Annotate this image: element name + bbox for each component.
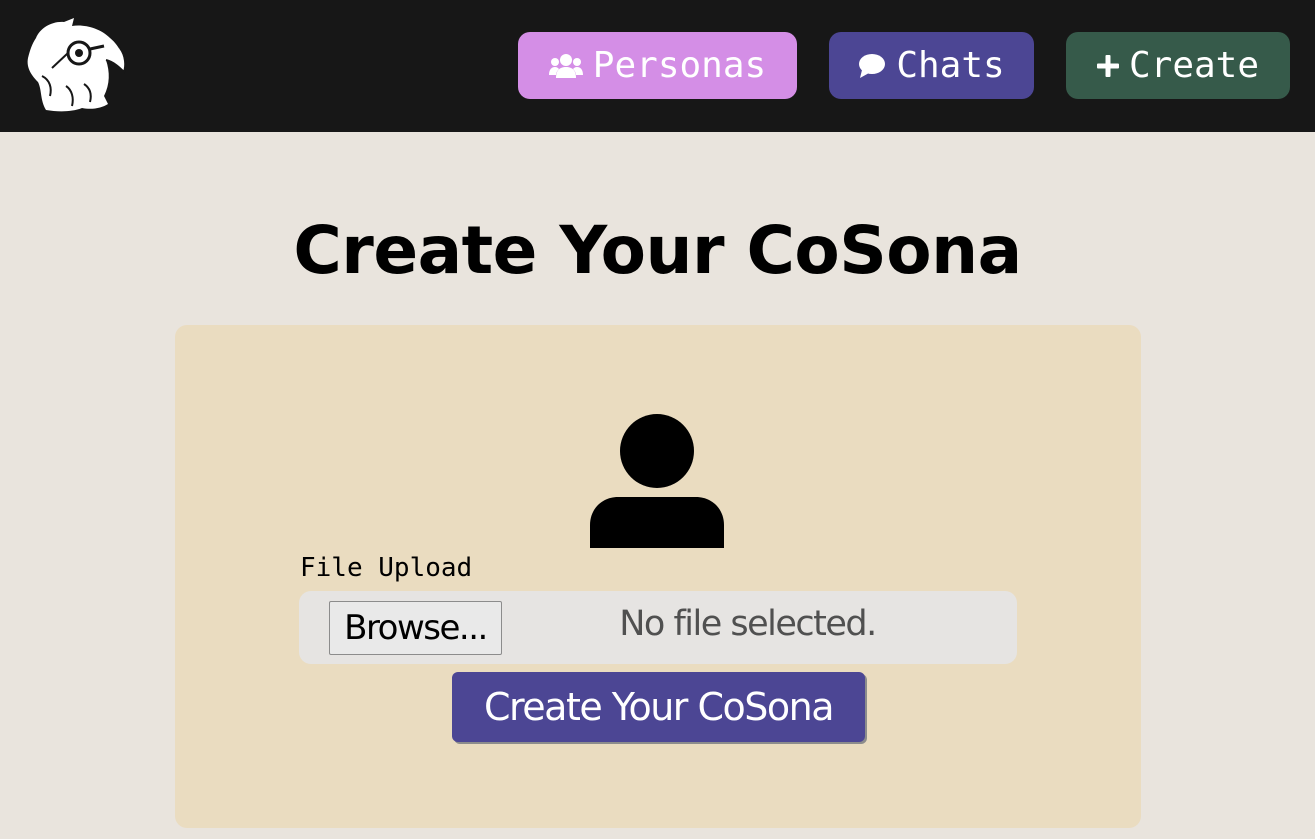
chats-label: Chats (896, 45, 1005, 86)
chats-nav-button[interactable]: Chats (829, 32, 1034, 99)
personas-label: Personas (592, 45, 767, 86)
top-navbar: Personas Chats Create (0, 0, 1315, 132)
create-label: Create (1128, 45, 1260, 86)
speech-bubble-icon (858, 53, 886, 79)
users-icon (548, 53, 583, 79)
page-title: Create Your CoSona (293, 212, 1022, 289)
personas-nav-button[interactable]: Personas (518, 32, 797, 99)
file-status-text: No file selected. (619, 604, 877, 644)
parrot-logo-icon[interactable] (22, 16, 130, 114)
plus-icon (1096, 54, 1119, 77)
create-nav-button[interactable]: Create (1066, 32, 1290, 99)
create-cosona-button[interactable]: Create Your CoSona (452, 672, 865, 742)
user-silhouette-icon (590, 413, 725, 548)
file-upload-label: File Upload (300, 553, 473, 583)
browse-button[interactable]: Browse... (329, 601, 502, 655)
